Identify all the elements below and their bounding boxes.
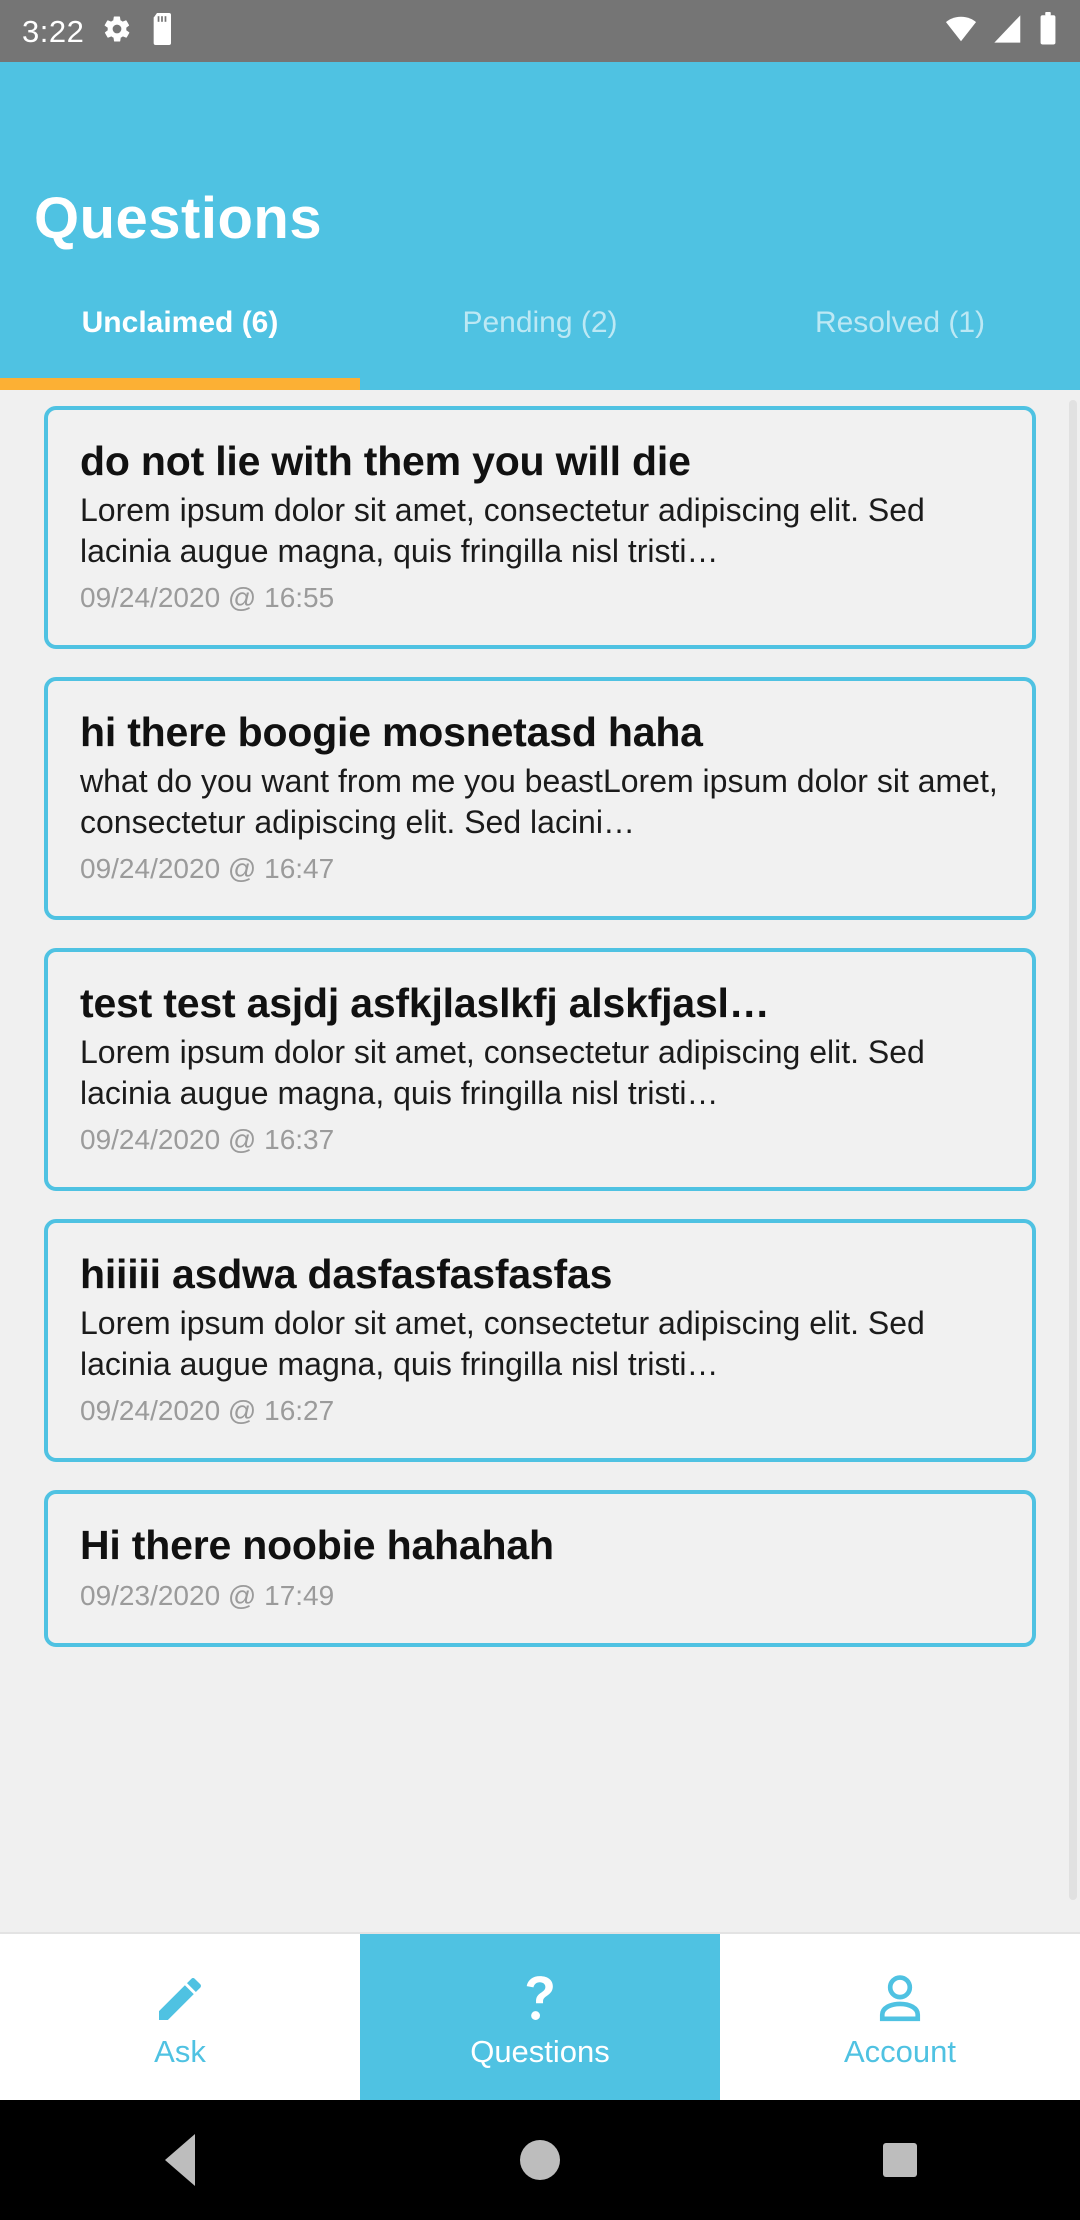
nav-item-account-label: Account: [843, 2033, 956, 2069]
question-timestamp: 09/24/2020 @ 16:27: [80, 1394, 335, 1426]
question-timestamp: 09/24/2020 @ 16:37: [80, 1123, 335, 1155]
tab-resolved-label: Resolved (1): [814, 306, 986, 339]
tab-resolved[interactable]: Resolved (1): [720, 286, 1080, 390]
question-timestamp: 09/24/2020 @ 16:47: [80, 852, 335, 884]
question-card[interactable]: Hi there noobie hahahah 09/23/2020 @ 17:…: [44, 1489, 1036, 1647]
nav-item-questions[interactable]: Questions: [360, 1934, 720, 2100]
question-title: hiiiii asdwa dasfasfasfasfas: [80, 1250, 613, 1297]
question-card[interactable]: hi there boogie mosnetasd haha what do y…: [44, 676, 1036, 920]
gear-icon: [102, 14, 132, 49]
question-title: Hi there noobie hahahah: [80, 1521, 554, 1568]
tab-unclaimed-label: Unclaimed (6): [81, 306, 279, 339]
tab-unclaimed[interactable]: Unclaimed (6): [0, 286, 360, 390]
question-card[interactable]: test test asjdj asfkjlaslkfj alskfjasl… …: [44, 947, 1036, 1191]
question-timestamp: 09/24/2020 @ 16:55: [80, 581, 335, 613]
question-title: hi there boogie mosnetasd haha: [80, 708, 703, 755]
question-title: do not lie with them you will die: [80, 438, 691, 484]
question-body: Lorem ipsum dolor sit amet, consectetur …: [80, 1033, 925, 1111]
question-card[interactable]: hiiiii asdwa dasfasfasfasfas Lorem ipsum…: [44, 1218, 1036, 1462]
app-screen: 3:22 Questions Unclaimed (6) Pending (2)…: [0, 0, 1080, 2220]
system-home-button[interactable]: [480, 2140, 600, 2180]
android-status-bar: 3:22: [0, 0, 1080, 62]
home-circle-icon: [520, 2140, 560, 2180]
bottom-navigation-bar: Ask Questions Account: [0, 1932, 1080, 2100]
page-title: Questions: [34, 186, 323, 251]
system-recents-button[interactable]: [840, 2143, 960, 2177]
question-title: test test asjdj asfkjlaslkfj alskfjasl…: [80, 979, 770, 1026]
person-icon: [872, 1968, 928, 2030]
question-body: what do you want from me you beastLorem …: [80, 762, 998, 840]
nav-item-ask[interactable]: Ask: [0, 1934, 360, 2100]
status-bar-left: 3:22: [22, 12, 176, 50]
back-triangle-icon: [165, 2134, 195, 2186]
nav-item-ask-label: Ask: [154, 2033, 206, 2069]
pencil-icon: [152, 1968, 208, 2030]
android-system-nav-bar: [0, 2100, 1080, 2220]
system-back-button[interactable]: [120, 2134, 240, 2186]
nav-item-account[interactable]: Account: [720, 1934, 1080, 2100]
question-body: Lorem ipsum dolor sit amet, consectetur …: [80, 1304, 925, 1382]
wifi-icon: [944, 14, 978, 49]
list-scrollbar[interactable]: [1069, 400, 1077, 1900]
app-bar: Questions Unclaimed (6) Pending (2) Reso…: [0, 62, 1080, 390]
status-bar-clock: 3:22: [22, 13, 85, 49]
recents-square-icon: [883, 2143, 917, 2177]
cellular-signal-icon: [992, 14, 1024, 49]
nav-item-questions-label: Questions: [470, 2033, 610, 2069]
battery-icon: [1038, 12, 1058, 50]
status-bar-right: [944, 12, 1058, 50]
tab-pending-label: Pending (2): [462, 306, 618, 339]
question-card[interactable]: do not lie with them you will die Lorem …: [44, 406, 1036, 649]
question-timestamp: 09/23/2020 @ 17:49: [80, 1579, 335, 1611]
question-list[interactable]: do not lie with them you will die Lorem …: [0, 390, 1080, 1932]
question-mark-icon: [512, 1968, 568, 2030]
sd-card-icon: [150, 12, 176, 50]
tab-bar: Unclaimed (6) Pending (2) Resolved (1): [0, 286, 1080, 390]
question-body: Lorem ipsum dolor sit amet, consectetur …: [80, 492, 925, 569]
tab-pending[interactable]: Pending (2): [360, 286, 720, 390]
active-tab-indicator: [0, 378, 360, 390]
